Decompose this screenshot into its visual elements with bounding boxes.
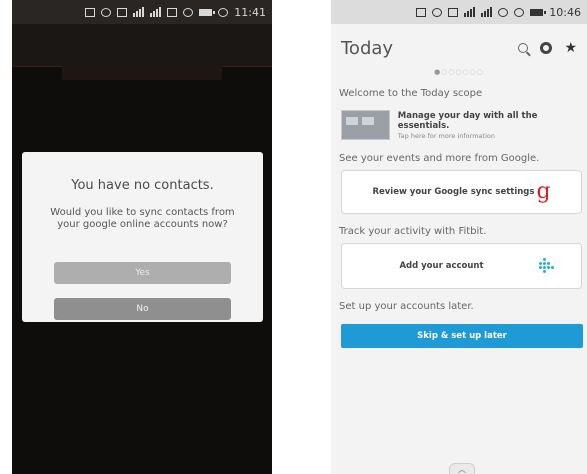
- sim-icon: [448, 7, 459, 17]
- signal-icon: [464, 7, 476, 17]
- battery-icon: [199, 8, 216, 16]
- welcome-card[interactable]: Manage your day with all the essentials.…: [341, 107, 587, 143]
- google-sync-card[interactable]: Review your Google sync settings g: [341, 170, 582, 214]
- add-account-label: Add your account: [399, 261, 484, 271]
- signal-icon-2: [150, 7, 162, 17]
- status-bar: 10:46: [331, 0, 587, 24]
- preview-thumbnail: [341, 110, 390, 140]
- location-icon: [101, 7, 112, 17]
- fitbit-card[interactable]: Add your account: [341, 243, 582, 289]
- dialog-message: Would you like to sync contacts from you…: [50, 207, 235, 230]
- google-icon: g: [536, 179, 551, 204]
- clock-icon: [218, 7, 229, 17]
- contacts-phone-screen: 11:41 You have no contacts. Would you li…: [12, 0, 272, 474]
- welcome-label: Welcome to the Today scope: [339, 88, 483, 99]
- page-title: Today: [341, 37, 394, 59]
- google-section-label: See your events and more from Google.: [339, 153, 540, 164]
- wifi-icon: [498, 7, 509, 17]
- star-icon[interactable]: ★: [564, 41, 577, 55]
- skip-setup-button[interactable]: Skip & set up later: [341, 324, 583, 348]
- no-button[interactable]: No: [54, 298, 231, 320]
- app-header: [12, 24, 272, 67]
- search-icon[interactable]: [518, 43, 529, 53]
- signal-icon-2: [481, 7, 493, 17]
- message-icon: [85, 7, 96, 17]
- battery-icon: [530, 8, 547, 16]
- today-scope-screen: 10:46 Today ★ ●○○○○○○ Welcome to the Tod…: [331, 0, 587, 474]
- signal-icon: [133, 7, 145, 17]
- status-time: 10:46: [549, 5, 581, 19]
- status-bar: 11:41: [12, 0, 272, 24]
- yes-button[interactable]: Yes: [54, 262, 231, 284]
- sim-icon: [117, 7, 128, 17]
- later-section-label: Set up your accounts later.: [339, 301, 474, 312]
- fitbit-section-label: Track your activity with Fitbit.: [339, 226, 487, 237]
- dialog-title: You have no contacts.: [71, 178, 214, 193]
- scope-header: Today ★: [331, 24, 587, 72]
- location-icon: [432, 7, 443, 17]
- message-icon: [416, 7, 427, 17]
- volume-icon: [514, 7, 525, 17]
- volume-icon: [183, 7, 194, 17]
- header-subbar: [62, 66, 222, 80]
- fitbit-icon: [539, 258, 554, 273]
- status-time: 11:41: [234, 5, 266, 19]
- welcome-title: Manage your day with all the essentials.: [397, 110, 538, 131]
- chevron-up-icon[interactable]: ︿: [449, 463, 475, 474]
- gear-icon[interactable]: [540, 42, 553, 54]
- welcome-subtitle: Tap here for more information: [397, 131, 495, 140]
- google-sync-label: Review your Google sync settings: [372, 187, 535, 197]
- page-indicator-dots: ●○○○○○○: [434, 68, 484, 76]
- network-icon: [167, 7, 178, 17]
- no-contacts-dialog: You have no contacts. Would you like to …: [22, 152, 263, 322]
